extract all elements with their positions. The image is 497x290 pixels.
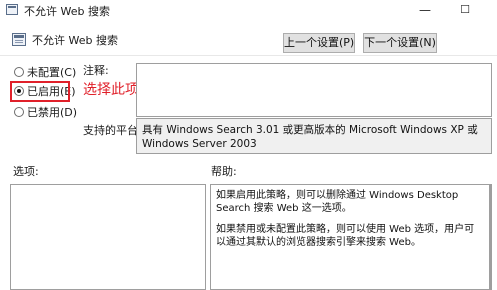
supported-platform-value: 具有 Windows Search 3.01 或更高版本的 Microsoft …: [142, 124, 478, 150]
options-panel: [10, 184, 206, 290]
radio-not-configured-label: 未配置(C): [27, 66, 77, 79]
policy-window-icon: [6, 4, 18, 15]
previous-setting-button[interactable]: 上一个设置(P): [283, 33, 355, 53]
policy-title: 不允许 Web 搜索: [32, 34, 118, 47]
help-text: 如果启用此策略，则可以删除通过 Windows Desktop Search 搜…: [211, 185, 489, 261]
maximize-icon[interactable]: ☐: [448, 0, 482, 20]
radio-disabled-label: 已禁用(D): [27, 106, 78, 119]
minimize-icon[interactable]: —: [408, 0, 442, 20]
radio-not-configured[interactable]: 未配置(C): [14, 64, 76, 80]
supported-platform-box: 具有 Windows Search 3.01 或更高版本的 Microsoft …: [136, 118, 492, 154]
help-label: 帮助:: [211, 165, 237, 178]
radio-not-configured-circle[interactable]: [14, 67, 24, 77]
help-panel: 如果启用此策略，则可以删除通过 Windows Desktop Search 搜…: [210, 184, 492, 290]
header-divider: [0, 55, 497, 56]
help-paragraph-1: 如果启用此策略，则可以删除通过 Windows Desktop Search 搜…: [216, 190, 459, 214]
radio-disabled[interactable]: 已禁用(D): [14, 104, 77, 120]
comment-textarea[interactable]: [136, 63, 492, 117]
supported-platform-label: 支持的平台:: [83, 124, 142, 137]
annotation-text: 选择此项: [83, 82, 139, 98]
window-title: 不允许 Web 搜索: [24, 5, 110, 18]
radio-disabled-circle[interactable]: [14, 107, 24, 117]
next-setting-button[interactable]: 下一个设置(N): [363, 33, 437, 53]
policy-setting-icon: [12, 33, 26, 46]
help-paragraph-2: 如果禁用或未配置此策略，则可以使用 Web 选项，用户可以通过其默认的浏览器搜索…: [216, 224, 475, 248]
enabled-highlight-box: [10, 81, 70, 102]
comment-label: 注释:: [83, 64, 109, 77]
options-label: 选项:: [13, 165, 39, 178]
